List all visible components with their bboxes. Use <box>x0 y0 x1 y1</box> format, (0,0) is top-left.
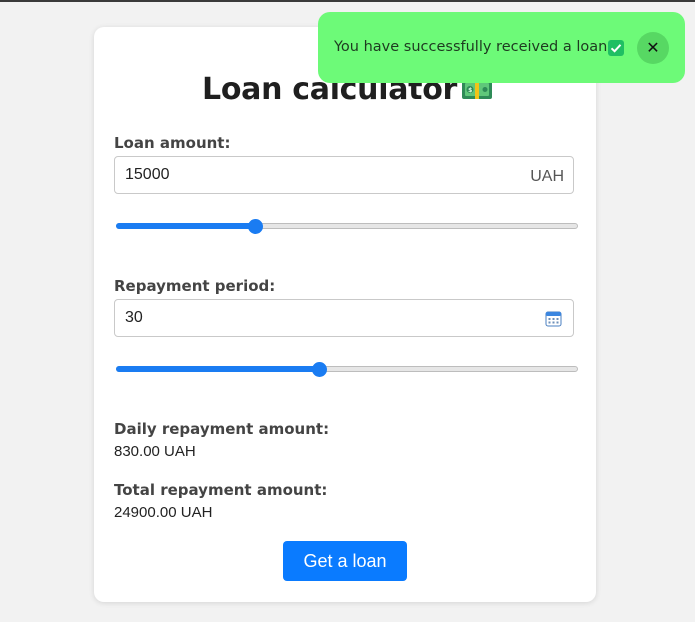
close-icon[interactable]: ✕ <box>637 32 669 64</box>
slider-fill <box>116 223 255 229</box>
calendar-icon[interactable] <box>545 310 562 331</box>
currency-suffix: UAH <box>530 168 564 185</box>
loan-amount-label: Loan amount: <box>114 134 231 152</box>
get-loan-button[interactable]: Get a loan <box>283 541 407 581</box>
daily-repayment-value: 830.00 UAH <box>114 443 196 460</box>
check-icon <box>608 40 624 56</box>
repayment-period-slider[interactable] <box>116 362 578 377</box>
loan-amount-input[interactable]: 15000 UAH <box>114 156 574 194</box>
slider-thumb[interactable] <box>248 219 263 234</box>
total-repayment-label: Total repayment amount: <box>114 481 328 499</box>
repayment-period-value: 30 <box>125 309 143 326</box>
daily-repayment-label: Daily repayment amount: <box>114 420 330 438</box>
loan-amount-value: 15000 <box>125 166 170 183</box>
total-repayment-value: 24900.00 UAH <box>114 504 213 521</box>
svg-text:$: $ <box>468 87 472 94</box>
browser-top-border <box>0 0 695 2</box>
slider-fill <box>116 366 319 372</box>
repayment-period-input[interactable]: 30 <box>114 299 574 337</box>
success-toast: You have successfully received a loan ✕ <box>318 12 685 83</box>
repayment-period-label: Repayment period: <box>114 277 276 295</box>
slider-thumb[interactable] <box>312 362 327 377</box>
loan-amount-slider[interactable] <box>116 219 578 234</box>
toast-message: You have successfully received a loan <box>334 39 608 55</box>
